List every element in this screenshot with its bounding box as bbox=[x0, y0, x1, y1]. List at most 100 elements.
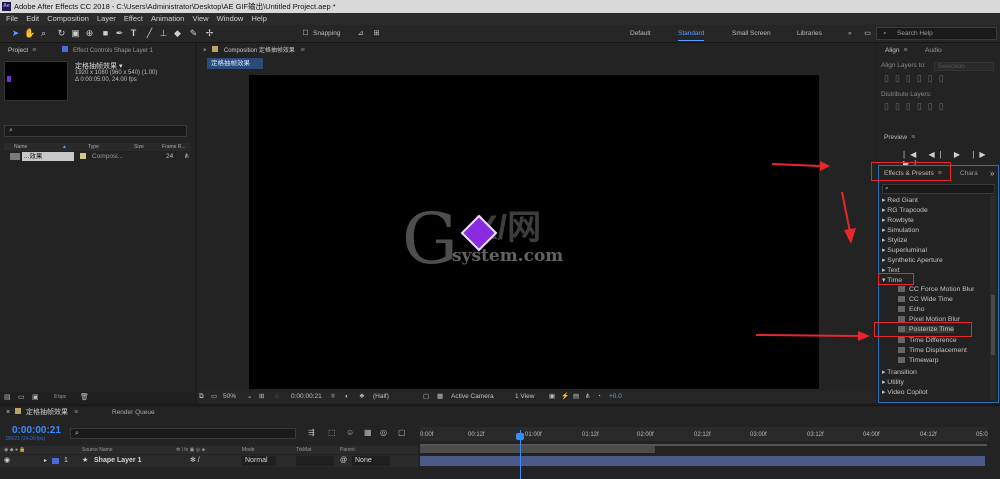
draft-3d-icon[interactable]: ⬚ bbox=[328, 428, 336, 437]
menu-file[interactable]: File bbox=[6, 14, 18, 23]
selection-tool-icon[interactable]: ➤ bbox=[10, 28, 21, 39]
menu-layer[interactable]: Layer bbox=[97, 14, 116, 23]
workspace-libraries[interactable]: Libraries bbox=[797, 30, 822, 37]
timeline-search-input[interactable]: ⌕ bbox=[70, 428, 296, 439]
effect-category[interactable]: ▸ Video Copilot bbox=[882, 388, 928, 396]
col-type[interactable]: Type bbox=[88, 143, 99, 151]
col-trkmat[interactable]: TrkMat bbox=[296, 446, 311, 454]
transparency-grid-icon[interactable]: ▦ bbox=[437, 391, 443, 403]
blend-mode-dropdown[interactable]: Normal bbox=[242, 456, 276, 466]
effect-category[interactable]: ▸ Stylize bbox=[882, 236, 907, 244]
audio-tab[interactable]: Audio bbox=[925, 45, 942, 57]
menu-view[interactable]: View bbox=[192, 14, 208, 23]
pan-behind-tool-icon[interactable]: ⊕ bbox=[84, 28, 95, 39]
close-icon[interactable]: × bbox=[203, 48, 207, 54]
effect-item[interactable]: CC Wide Time bbox=[898, 296, 953, 303]
expand-chevron-icon[interactable]: ▸ bbox=[44, 455, 47, 467]
new-folder-icon[interactable]: ▭ bbox=[18, 393, 25, 401]
panel-menu-icon[interactable]: ≡ bbox=[903, 47, 907, 54]
effect-category[interactable]: ▸ RG Trapcode bbox=[882, 206, 928, 214]
monitor-icon[interactable]: ▭ bbox=[211, 391, 217, 403]
workspace-small-screen[interactable]: Small Screen bbox=[732, 30, 771, 37]
effect-category[interactable]: ▸ Utility bbox=[882, 378, 904, 386]
graph-editor-icon[interactable]: ▢ bbox=[398, 428, 406, 437]
snapshot-icon[interactable]: ⌾ bbox=[331, 391, 335, 403]
camera-dropdown[interactable]: Active Camera bbox=[451, 391, 494, 403]
timeline-icon[interactable]: ▤ bbox=[573, 391, 579, 403]
hand-tool-icon[interactable]: ✋ bbox=[24, 28, 35, 39]
menu-window[interactable]: Window bbox=[217, 14, 244, 23]
effect-item[interactable]: Time Displacement bbox=[898, 347, 967, 354]
pen-tool-icon[interactable]: ✒ bbox=[114, 28, 125, 39]
eraser-tool-icon[interactable]: ◆ bbox=[172, 28, 183, 39]
effect-category[interactable]: ▸ Rowbyte bbox=[882, 216, 914, 224]
layer-switches-icon[interactable]: ✻ / bbox=[190, 455, 200, 467]
exposure-value[interactable]: +0.0 bbox=[609, 391, 622, 403]
panel-menu-icon[interactable]: ≡ bbox=[301, 47, 305, 54]
eye-icon[interactable]: ◉ bbox=[4, 455, 10, 467]
align-tab[interactable]: Align ≡ bbox=[885, 45, 908, 57]
col-mode[interactable]: Mode bbox=[242, 446, 255, 454]
current-time-display[interactable]: 0:00:00:21 bbox=[291, 391, 322, 403]
mask-visibility-icon[interactable]: ◌ bbox=[275, 391, 279, 403]
effect-category[interactable]: ▸ Superluminal bbox=[882, 246, 927, 254]
rotate-tool-icon[interactable]: ↻ bbox=[56, 28, 67, 39]
snapping-checkbox[interactable]: ☐ bbox=[300, 28, 311, 39]
project-item-row[interactable]: ...效果 Composi... 24 ⋔ bbox=[4, 151, 191, 162]
menu-composition[interactable]: Composition bbox=[47, 14, 89, 23]
preview-tab[interactable]: Preview ≡ bbox=[884, 134, 915, 141]
effect-controls-tab[interactable]: Effect Controls Shape Layer 1 bbox=[62, 45, 153, 57]
roto-brush-tool-icon[interactable]: ✎ bbox=[188, 28, 199, 39]
effects-scrollbar[interactable] bbox=[990, 195, 996, 400]
flowchart-icon[interactable]: ⋔ bbox=[585, 391, 590, 403]
comp-mini-flowchart-icon[interactable]: ⇶ bbox=[308, 428, 315, 437]
menu-edit[interactable]: Edit bbox=[26, 14, 39, 23]
composition-tab[interactable]: × Composition 定格抽帧效果 ≡ bbox=[203, 45, 305, 57]
effect-category[interactable]: ▸ Simulation bbox=[882, 226, 919, 234]
workspace-standard[interactable]: Standard bbox=[678, 30, 705, 41]
region-of-interest-icon[interactable]: ▢ bbox=[423, 391, 429, 403]
col-frame-rate[interactable]: Frame R... bbox=[162, 143, 186, 151]
trkmat-dropdown[interactable] bbox=[296, 456, 334, 466]
new-comp-icon[interactable]: ▣ bbox=[32, 393, 39, 401]
view-layout-dropdown[interactable]: 1 View bbox=[515, 391, 534, 403]
panel-menu-icon[interactable]: ≡ bbox=[32, 47, 36, 54]
render-queue-tab[interactable]: Render Queue bbox=[112, 409, 155, 416]
parent-dropdown[interactable]: None bbox=[352, 456, 390, 466]
lock-icon[interactable] bbox=[212, 46, 219, 52]
col-name[interactable]: Name bbox=[14, 143, 27, 151]
timeline-current-time[interactable]: 0:00:00:21 bbox=[12, 425, 61, 436]
fast-preview-icon[interactable]: ⚡ bbox=[561, 391, 569, 403]
camera-tool-icon[interactable]: ▣ bbox=[70, 28, 81, 39]
project-search-input[interactable]: ⌕ bbox=[4, 125, 187, 137]
menu-animation[interactable]: Animation bbox=[151, 14, 184, 23]
col-parent[interactable]: Parent bbox=[340, 446, 355, 454]
effect-item[interactable]: CC Force Motion Blur bbox=[898, 286, 974, 293]
type-tool-icon[interactable]: T bbox=[128, 28, 139, 39]
layer-row[interactable]: ◉ ▸ 1 ★ Shape Layer 1 ✻ / Normal @ None bbox=[0, 455, 418, 467]
project-tab[interactable]: Project ≡ bbox=[8, 45, 36, 57]
distribute-buttons-icon[interactable]: ▯▯▯▯▯▯ bbox=[884, 101, 950, 112]
sort-indicator-icon[interactable]: ▲ bbox=[62, 143, 67, 151]
layer-name[interactable]: Shape Layer 1 bbox=[94, 455, 141, 467]
comp-breadcrumb[interactable]: 定格抽帧效果 bbox=[207, 58, 263, 69]
channel-icon[interactable]: ❖ bbox=[359, 391, 365, 403]
motion-blur-icon[interactable]: ◎ bbox=[380, 428, 387, 437]
layer-label-swatch[interactable] bbox=[52, 458, 59, 464]
zoom-dropdown[interactable]: 50% bbox=[223, 391, 236, 403]
pickwhip-icon[interactable]: @ bbox=[340, 455, 347, 467]
col-size[interactable]: Size bbox=[134, 143, 144, 151]
workspace-default[interactable]: Default bbox=[630, 30, 651, 37]
timeline-tab[interactable]: × 定格抽帧效果 ≡ bbox=[6, 407, 78, 417]
character-tab[interactable]: Chara bbox=[960, 170, 978, 177]
always-preview-icon[interactable]: ⧉ bbox=[199, 391, 204, 403]
align-buttons-icon[interactable]: ▯▯▯▯▯▯ bbox=[884, 73, 950, 84]
effect-item[interactable]: Echo bbox=[898, 306, 925, 313]
grid-icon[interactable]: ⊞ bbox=[259, 391, 264, 403]
label-color-swatch[interactable] bbox=[80, 153, 86, 159]
panel-overflow-icon[interactable]: » bbox=[990, 169, 994, 178]
toggle-pixel-icon[interactable]: ▣ bbox=[549, 391, 555, 403]
puppet-tool-icon[interactable]: ✢ bbox=[204, 28, 215, 39]
clone-stamp-tool-icon[interactable]: ⊥ bbox=[158, 28, 169, 39]
resolution-dropdown[interactable]: (Half) bbox=[373, 391, 389, 403]
